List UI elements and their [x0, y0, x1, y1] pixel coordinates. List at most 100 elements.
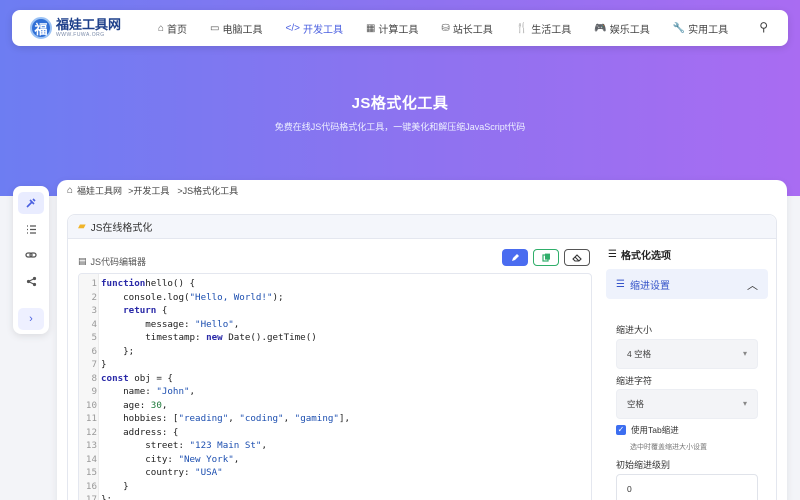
nav-item-7[interactable]: 🔧 实用工具	[673, 10, 728, 46]
code-token: hello() {	[145, 278, 196, 289]
code-line: 5 timestamp: new Date().getTime()	[79, 331, 591, 345]
code-token: function	[101, 278, 146, 289]
chevron-down-icon: ▾	[742, 399, 747, 408]
nav-icon: 🔧	[672, 22, 686, 34]
breadcrumb-category[interactable]: >开发工具	[128, 184, 169, 197]
tools-icon[interactable]	[18, 192, 44, 214]
nav-label: 开发工具	[302, 24, 343, 36]
indent-char-select[interactable]: 空格 ▾	[616, 389, 758, 419]
line-number: 1	[91, 278, 97, 289]
nav-item-2[interactable]: </> 开发工具	[286, 10, 343, 46]
nav-icon: 🎮	[594, 22, 607, 34]
options-title-text: 格式化选项	[620, 251, 671, 262]
code-token: "John"	[156, 386, 190, 397]
code-token: );	[272, 291, 284, 303]
use-tab-label: 使用Tab缩进	[631, 425, 679, 435]
code-token: "USA"	[195, 467, 223, 478]
link-icon[interactable]	[18, 244, 44, 266]
code-token: "coding"	[239, 413, 284, 424]
code-line: 13 street: "123 Main St",	[79, 439, 591, 453]
site-name: 福娃工具网	[56, 17, 122, 32]
indent-settings-section[interactable]: ☰ 缩进设置 ︿	[606, 269, 768, 299]
code-token: };	[101, 494, 113, 500]
code-token: }	[101, 480, 129, 492]
nav-item-5[interactable]: 🍴 生活工具	[516, 10, 571, 46]
pen-icon	[511, 254, 519, 261]
code-token: "Hello, World!"	[189, 291, 273, 303]
line-number: 14	[85, 453, 97, 465]
line-number: 11	[85, 413, 97, 424]
code-token: "Hello"	[195, 318, 234, 330]
format-button[interactable]	[502, 249, 528, 266]
nav-item-1[interactable]: ▭ 电脑工具	[210, 10, 262, 46]
keyboard-icon: ▤	[78, 256, 87, 266]
indent-size-select[interactable]: 4 空格 ▾	[616, 339, 758, 369]
code-token: country:	[101, 467, 196, 478]
code-line: 10 age: 30,	[79, 399, 591, 413]
code-token: age:	[101, 399, 151, 411]
line-number: 15	[85, 467, 97, 478]
line-number: 13	[85, 440, 97, 451]
nav-label: 首页	[167, 24, 188, 36]
breadcrumb-home[interactable]: 福娃工具网	[77, 184, 122, 197]
nav-item-4[interactable]: ⛁ 站长工具	[441, 10, 492, 46]
use-tab-checkbox[interactable]: ✓	[616, 425, 626, 435]
tool-header: ▰ JS在线格式化	[68, 215, 776, 239]
code-line: 9 name: "John",	[79, 385, 591, 399]
nav-item-6[interactable]: 🎮 娱乐工具	[594, 10, 649, 46]
code-line: 1 functionhello() {	[79, 277, 591, 291]
sliders-icon: ☰	[608, 249, 617, 260]
line-number: 7	[91, 359, 97, 370]
breadcrumb-current: >JS格式化工具	[177, 186, 239, 196]
nav-label: 实用工具	[688, 24, 729, 36]
sidebar-toggle-button[interactable]: ›	[18, 308, 44, 330]
nav-item-3[interactable]: ▦ 计算工具	[366, 10, 418, 46]
copy-icon	[541, 253, 550, 262]
copy-button[interactable]	[533, 249, 559, 266]
code-token: 30	[150, 399, 162, 411]
indent-char-value: 空格	[627, 399, 645, 409]
initial-level-input[interactable]: 0	[616, 474, 758, 500]
code-line: 6 };	[79, 345, 591, 359]
folder-icon: ▰	[78, 221, 86, 232]
use-tab-hint: 选中时覆盖缩进大小设置	[630, 444, 707, 451]
code-token: obj = {	[128, 372, 173, 384]
nav-label: 站长工具	[452, 24, 493, 36]
home-icon[interactable]: ⌂	[67, 185, 73, 196]
line-number: 3	[91, 305, 97, 316]
nav-menu: ⌂ 首页 ▭ 电脑工具 </> 开发工具 ▦ 计算工具 ⛁ 站长工具 🍴 生活工具 🎮 娱乐工具 🔧 实用工具	[158, 10, 751, 46]
clear-button[interactable]	[564, 249, 590, 266]
site-logo[interactable]: 福 福娃工具网 WWW.FUWA.ORG	[30, 17, 158, 39]
site-domain: WWW.FUWA.ORG	[56, 32, 105, 38]
code-token: new	[206, 332, 223, 343]
code-token: const	[101, 372, 129, 384]
line-number: 16	[85, 480, 97, 492]
code-token: ,	[233, 318, 240, 330]
code-line: 15 country: "USA"	[79, 466, 591, 480]
use-tab-option[interactable]: ✓ 使用Tab缩进	[616, 424, 679, 436]
breadcrumb: ⌂ 福娃工具网 >开发工具 >JS格式化工具	[67, 184, 240, 197]
code-line: 7}	[79, 358, 591, 372]
nav-icon: ⌂	[158, 22, 165, 34]
options-title: ☰ 格式化选项	[608, 247, 671, 262]
line-number: 12	[85, 426, 97, 438]
list-icon[interactable]	[18, 218, 44, 240]
code-token: "New York"	[178, 453, 234, 465]
nav-icon: ▦	[365, 22, 376, 34]
search-icon[interactable]: ⚲	[759, 20, 768, 34]
chevron-up-icon[interactable]: ︿	[747, 277, 758, 293]
code-line: 3 return {	[79, 304, 591, 318]
nav-icon: </>	[285, 22, 300, 34]
code-token: {	[156, 305, 168, 316]
code-token: message:	[101, 318, 196, 330]
code-token: ,	[283, 413, 295, 424]
code-editor[interactable]: 1 functionhello() {2 console.log("Hello, …	[78, 273, 592, 500]
nav-item-0[interactable]: ⌂ 首页	[158, 10, 187, 46]
page-subtitle: 免费在线JS代码格式化工具，一键美化和解压缩JavaScript代码	[274, 122, 526, 132]
initial-level-value: 0	[627, 484, 632, 494]
nav-label: 计算工具	[378, 24, 419, 36]
share-icon[interactable]	[18, 270, 44, 292]
code-token: Date().getTime()	[222, 332, 317, 343]
indent-size-label: 缩进大小	[616, 325, 653, 335]
code-token: street:	[101, 440, 190, 451]
